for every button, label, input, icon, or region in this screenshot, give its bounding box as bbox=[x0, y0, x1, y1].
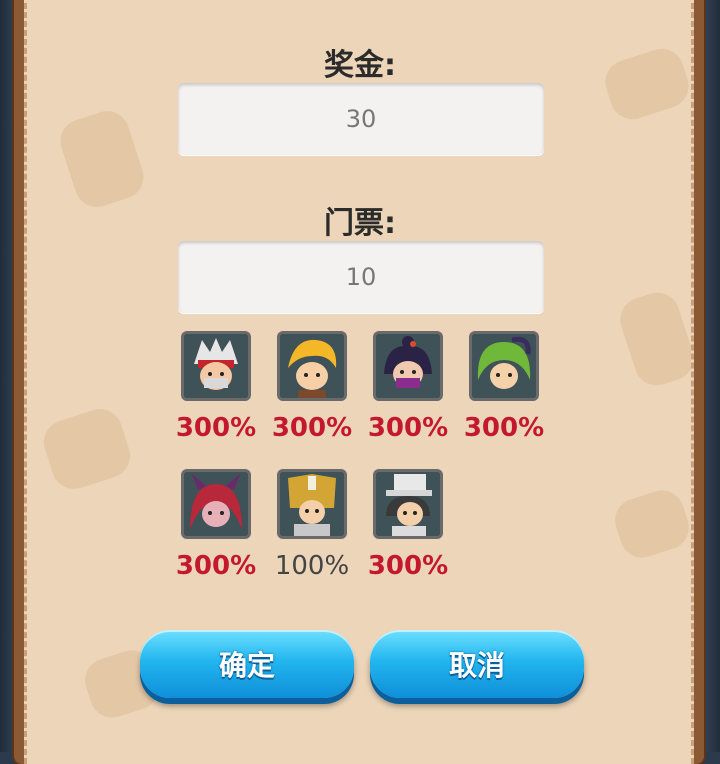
hero-green-tentacle-elf-icon bbox=[472, 334, 536, 398]
hero-white-hair-ninja-portrait[interactable] bbox=[181, 331, 251, 401]
hero-green-tentacle-elf-portrait[interactable] bbox=[469, 331, 539, 401]
ticket-label: 门票: bbox=[324, 206, 396, 241]
hero-percent: 300% bbox=[271, 413, 353, 443]
hero-percent: 300% bbox=[175, 551, 257, 581]
hero-percent: 100% bbox=[274, 551, 350, 581]
hero-top-hat-gentleman-portrait[interactable] bbox=[373, 469, 443, 539]
hero-white-hair-ninja-icon bbox=[184, 334, 248, 398]
hero-blonde-swordsman-portrait[interactable] bbox=[277, 331, 347, 401]
background-decoration bbox=[38, 403, 136, 495]
hero-golden-armored-knight-portrait[interactable] bbox=[277, 469, 347, 539]
confirm-button[interactable]: 确定 bbox=[140, 630, 354, 698]
ticket-input[interactable]: 10 bbox=[178, 241, 544, 313]
hero-blonde-swordsman-icon bbox=[280, 334, 344, 398]
hero-masked-kunoichi-icon bbox=[376, 334, 440, 398]
hero-percent: 300% bbox=[367, 413, 449, 443]
background-decoration bbox=[54, 105, 150, 213]
hero-top-hat-gentleman-icon bbox=[376, 472, 440, 536]
hero-red-horned-demoness-portrait[interactable] bbox=[181, 469, 251, 539]
hero-masked-kunoichi-portrait[interactable] bbox=[373, 331, 443, 401]
hero-golden-armored-knight-icon bbox=[280, 472, 344, 536]
cancel-button[interactable]: 取消 bbox=[370, 630, 584, 698]
reward-input[interactable]: 30 bbox=[178, 83, 544, 155]
background-decoration bbox=[609, 484, 691, 564]
reward-label: 奖金: bbox=[324, 48, 396, 83]
background-decoration bbox=[614, 286, 691, 392]
hero-red-horned-demoness-icon bbox=[184, 472, 248, 536]
hero-percent: 300% bbox=[175, 413, 257, 443]
hero-percent: 300% bbox=[367, 551, 449, 581]
hero-percent: 300% bbox=[463, 413, 545, 443]
